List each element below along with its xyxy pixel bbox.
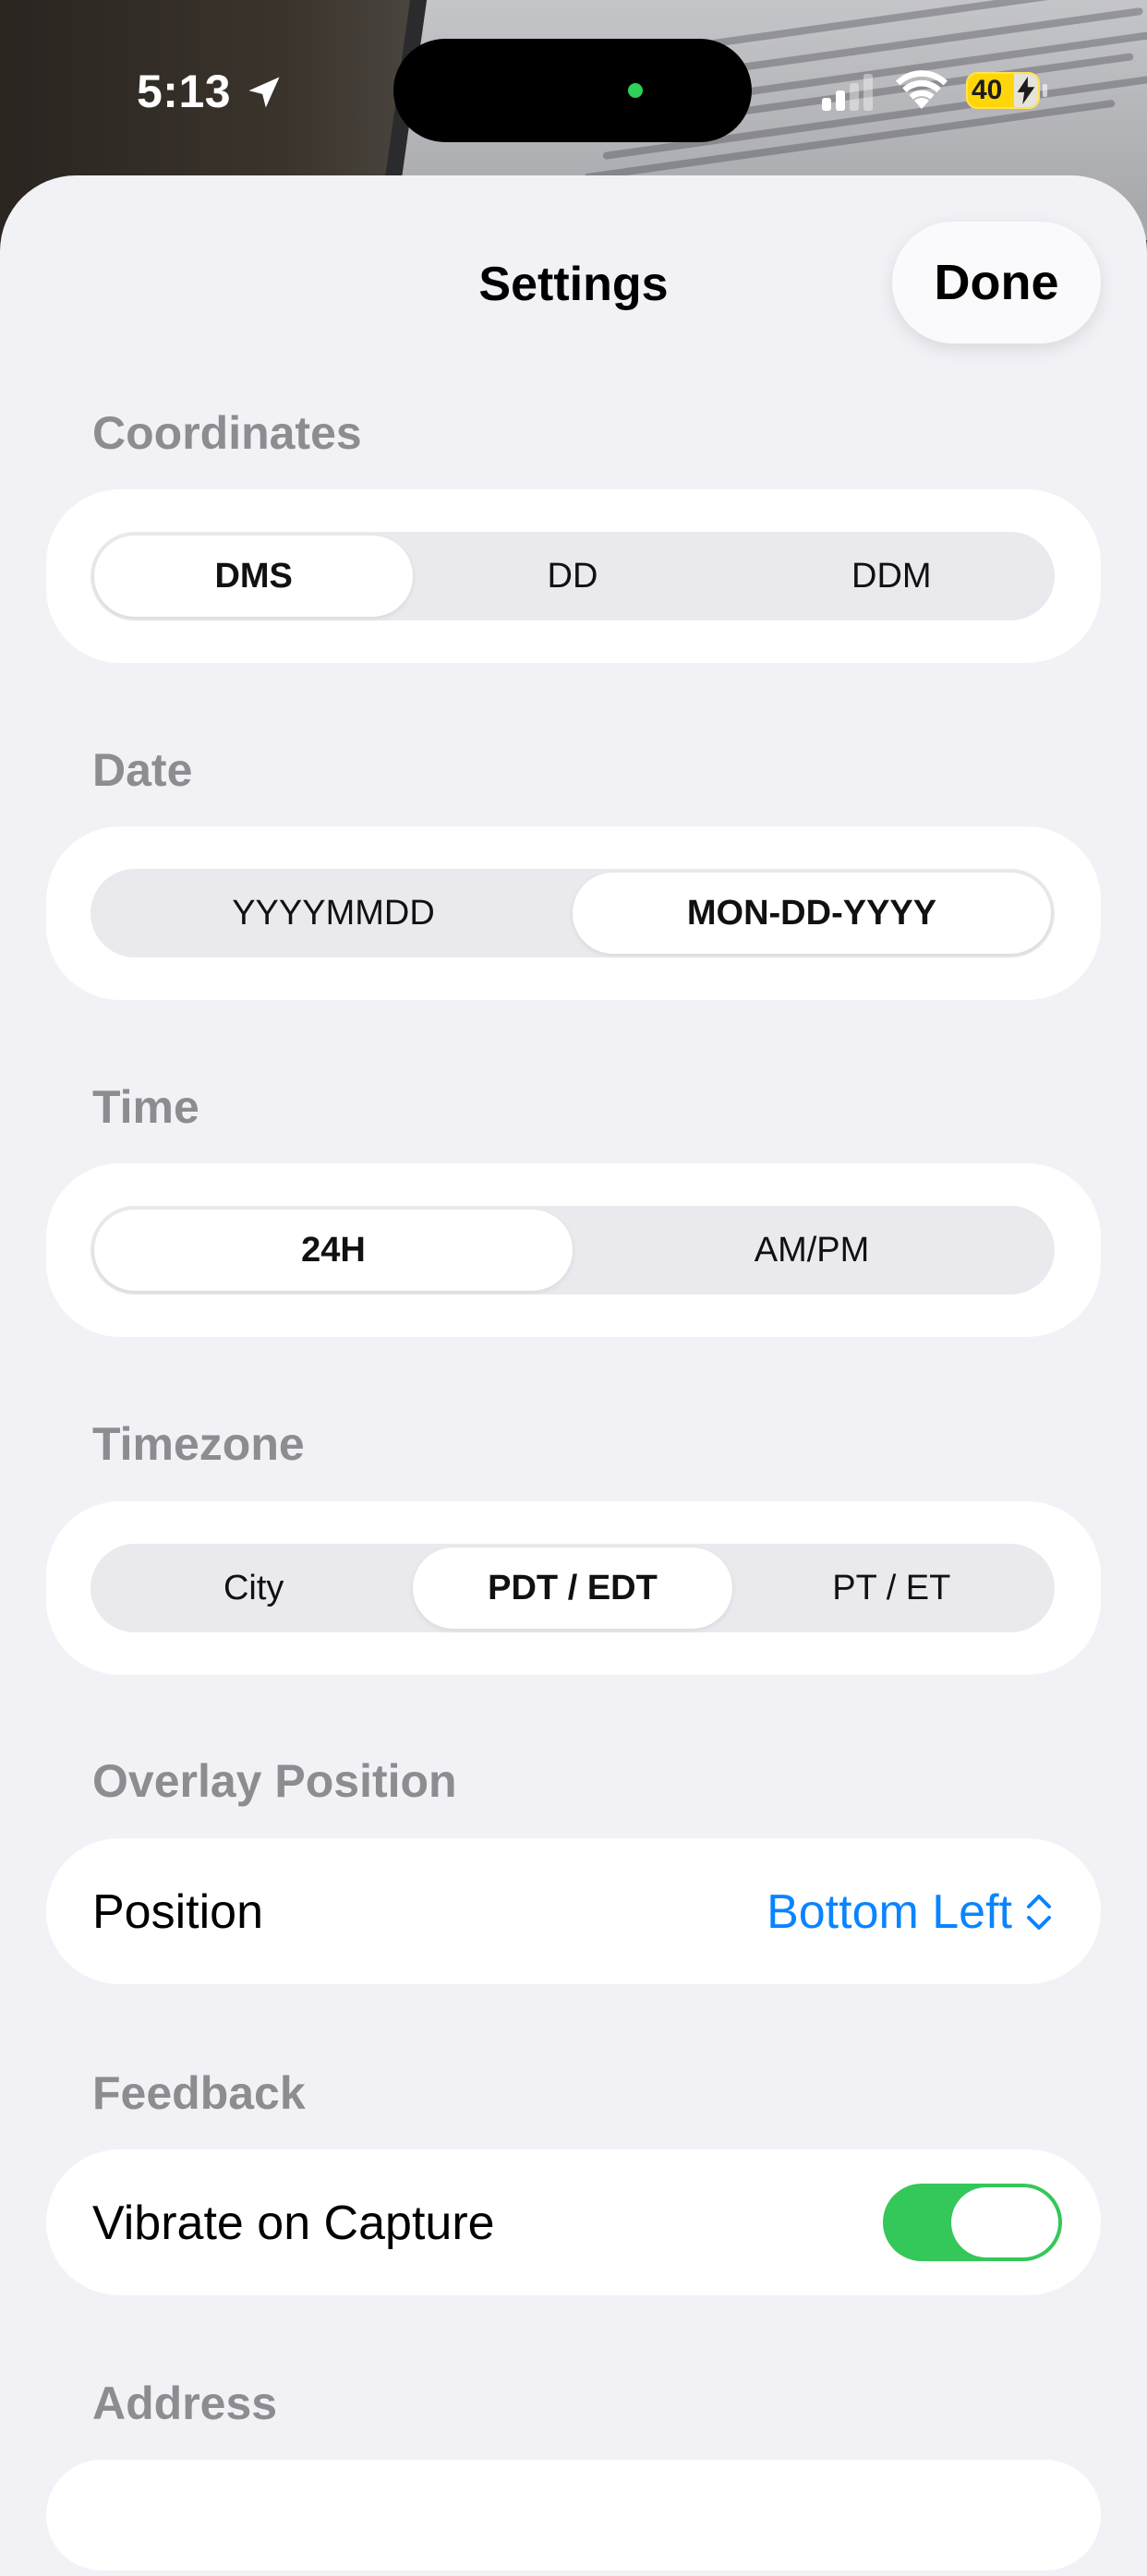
position-row-label: Position [92,1885,263,1939]
overlay-position-card[interactable]: Position Bottom Left [46,1838,1101,1984]
segment-time-24h[interactable]: 24H [94,1210,573,1291]
location-arrow-icon [248,77,280,108]
section-header-time: Time [92,1081,199,1133]
dynamic-island [393,39,752,142]
chevron-up-down-icon [1027,1895,1051,1930]
position-picker-value: Bottom Left [767,1885,1012,1939]
date-segmented-control: YYYYMMDD MON-DD-YYYY [91,869,1055,957]
status-bar: 5:13 40 [0,0,1147,175]
time-segmented-control: 24H AM/PM [91,1206,1055,1294]
segment-coordinates-dd[interactable]: DD [413,536,731,617]
vibrate-on-capture-label: Vibrate on Capture [92,2197,495,2250]
wifi-icon [896,70,948,109]
feedback-card: Vibrate on Capture [46,2149,1101,2295]
section-header-overlay-position: Overlay Position [92,1755,457,1807]
cellular-signal-icon [822,74,873,111]
toggle-knob [951,2187,1058,2257]
settings-sheet: Settings Done Coordinates DMS DD DDM Dat… [0,175,1147,2576]
segment-date-mon-dd-yyyy[interactable]: MON-DD-YYYY [573,873,1051,954]
status-time: 5:13 [137,66,232,117]
section-header-date: Date [92,744,193,796]
timezone-card: City PDT / EDT PT / ET [46,1501,1101,1675]
segment-date-yyyymmdd[interactable]: YYYYMMDD [94,873,573,954]
time-card: 24H AM/PM [46,1163,1101,1337]
segment-coordinates-ddm[interactable]: DDM [732,536,1051,617]
segment-timezone-pt-et[interactable]: PT / ET [732,1547,1051,1629]
coordinates-card: DMS DD DDM [46,489,1101,663]
done-button[interactable]: Done [892,222,1101,343]
segment-time-ampm[interactable]: AM/PM [573,1210,1051,1291]
segment-coordinates-dms[interactable]: DMS [94,536,414,617]
section-header-address: Address [92,2377,278,2429]
bolt-icon [1017,77,1035,104]
section-header-timezone: Timezone [92,1418,305,1470]
section-header-feedback: Feedback [92,2067,306,2119]
battery-charging-icon: 40 [966,72,1047,109]
timezone-segmented-control: City PDT / EDT PT / ET [91,1544,1055,1632]
vibrate-on-capture-toggle[interactable] [883,2184,1062,2261]
position-picker[interactable]: Bottom Left [767,1884,1053,1940]
camera-in-use-indicator [628,83,643,98]
section-header-coordinates: Coordinates [92,407,362,459]
segment-timezone-pdt-edt[interactable]: PDT / EDT [413,1547,732,1629]
coordinates-segmented-control: DMS DD DDM [91,532,1055,620]
address-card [46,2460,1101,2570]
date-card: YYYYMMDD MON-DD-YYYY [46,826,1101,1000]
segment-timezone-city[interactable]: City [94,1547,413,1629]
battery-percent: 40 [972,75,1003,105]
